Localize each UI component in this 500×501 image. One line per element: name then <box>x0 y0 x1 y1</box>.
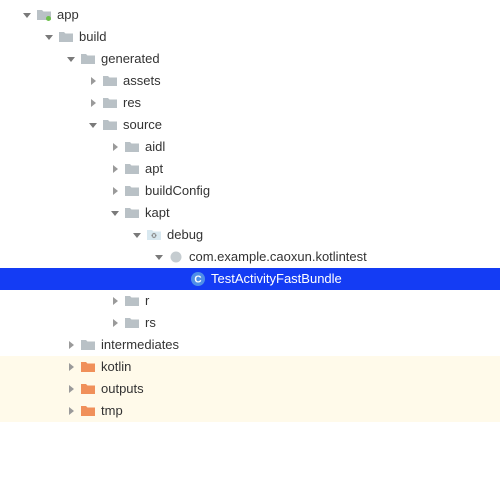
folder-icon <box>58 29 74 45</box>
folder-icon <box>124 205 140 221</box>
tree-item-label: generated <box>101 48 160 70</box>
tree-item-label: buildConfig <box>145 180 210 202</box>
tree-item-r[interactable]: r <box>0 290 500 312</box>
tree-item-source[interactable]: source <box>0 114 500 136</box>
arrow-none <box>174 272 188 286</box>
tree-item-apt[interactable]: apt <box>0 158 500 180</box>
chevron-right-icon[interactable] <box>108 294 122 308</box>
chevron-down-icon[interactable] <box>130 228 144 242</box>
special-folder-icon <box>146 227 162 243</box>
tree-item-label: outputs <box>101 378 144 400</box>
tree-item-rs[interactable]: rs <box>0 312 500 334</box>
tree-item-debug[interactable]: debug <box>0 224 500 246</box>
tree-item-label: rs <box>145 312 156 334</box>
chevron-down-icon[interactable] <box>108 206 122 220</box>
kotlin-folder-icon <box>80 381 96 397</box>
chevron-right-icon[interactable] <box>64 404 78 418</box>
tree-item-label: app <box>57 4 79 26</box>
tree-item-build[interactable]: build <box>0 26 500 48</box>
chevron-down-icon[interactable] <box>64 52 78 66</box>
tree-item-aidl[interactable]: aidl <box>0 136 500 158</box>
tree-item-label: TestActivityFastBundle <box>211 268 342 290</box>
folder-icon <box>102 95 118 111</box>
tree-item-label: assets <box>123 70 161 92</box>
chevron-right-icon[interactable] <box>108 184 122 198</box>
chevron-down-icon[interactable] <box>152 250 166 264</box>
tree-item-app[interactable]: app <box>0 4 500 26</box>
tree-item-tmp[interactable]: tmp <box>0 400 500 422</box>
tree-item-intermediates[interactable]: intermediates <box>0 334 500 356</box>
tree-item-package[interactable]: com.example.caoxun.kotlintest <box>0 246 500 268</box>
tree-item-buildconfig[interactable]: buildConfig <box>0 180 500 202</box>
tree-item-label: com.example.caoxun.kotlintest <box>189 246 367 268</box>
tree-item-label: aidl <box>145 136 165 158</box>
svg-text:C: C <box>194 275 201 286</box>
tree-item-outputs[interactable]: outputs <box>0 378 500 400</box>
tree-item-label: build <box>79 26 106 48</box>
folder-icon <box>102 73 118 89</box>
chevron-down-icon[interactable] <box>86 118 100 132</box>
chevron-right-icon[interactable] <box>108 140 122 154</box>
chevron-down-icon[interactable] <box>42 30 56 44</box>
folder-icon <box>102 117 118 133</box>
tree-item-generated[interactable]: generated <box>0 48 500 70</box>
folder-icon <box>124 183 140 199</box>
package-icon <box>168 249 184 265</box>
module-folder-icon <box>36 7 52 23</box>
tree-item-label: source <box>123 114 162 136</box>
folder-icon <box>124 315 140 331</box>
folder-icon <box>124 139 140 155</box>
chevron-right-icon[interactable] <box>108 316 122 330</box>
tree-item-testactivity[interactable]: C TestActivityFastBundle <box>0 268 500 290</box>
tree-item-kotlin[interactable]: kotlin <box>0 356 500 378</box>
tree-item-label: kotlin <box>101 356 131 378</box>
project-tree[interactable]: appbuildgeneratedassetsressourceaidlaptb… <box>0 0 500 422</box>
kotlin-folder-icon <box>80 403 96 419</box>
tree-item-label: tmp <box>101 400 123 422</box>
folder-icon <box>124 161 140 177</box>
tree-item-label: intermediates <box>101 334 179 356</box>
tree-item-label: apt <box>145 158 163 180</box>
chevron-right-icon[interactable] <box>108 162 122 176</box>
chevron-right-icon[interactable] <box>64 338 78 352</box>
tree-item-res[interactable]: res <box>0 92 500 114</box>
folder-icon <box>80 51 96 67</box>
folder-icon <box>124 293 140 309</box>
tree-item-label: res <box>123 92 141 114</box>
tree-item-label: kapt <box>145 202 170 224</box>
chevron-right-icon[interactable] <box>86 74 100 88</box>
tree-item-kapt[interactable]: kapt <box>0 202 500 224</box>
chevron-right-icon[interactable] <box>86 96 100 110</box>
chevron-down-icon[interactable] <box>20 8 34 22</box>
tree-item-label: r <box>145 290 149 312</box>
tree-item-assets[interactable]: assets <box>0 70 500 92</box>
kotlin-folder-icon <box>80 359 96 375</box>
folder-icon <box>80 337 96 353</box>
tree-item-label: debug <box>167 224 203 246</box>
class-icon: C <box>190 271 206 287</box>
chevron-right-icon[interactable] <box>64 360 78 374</box>
chevron-right-icon[interactable] <box>64 382 78 396</box>
